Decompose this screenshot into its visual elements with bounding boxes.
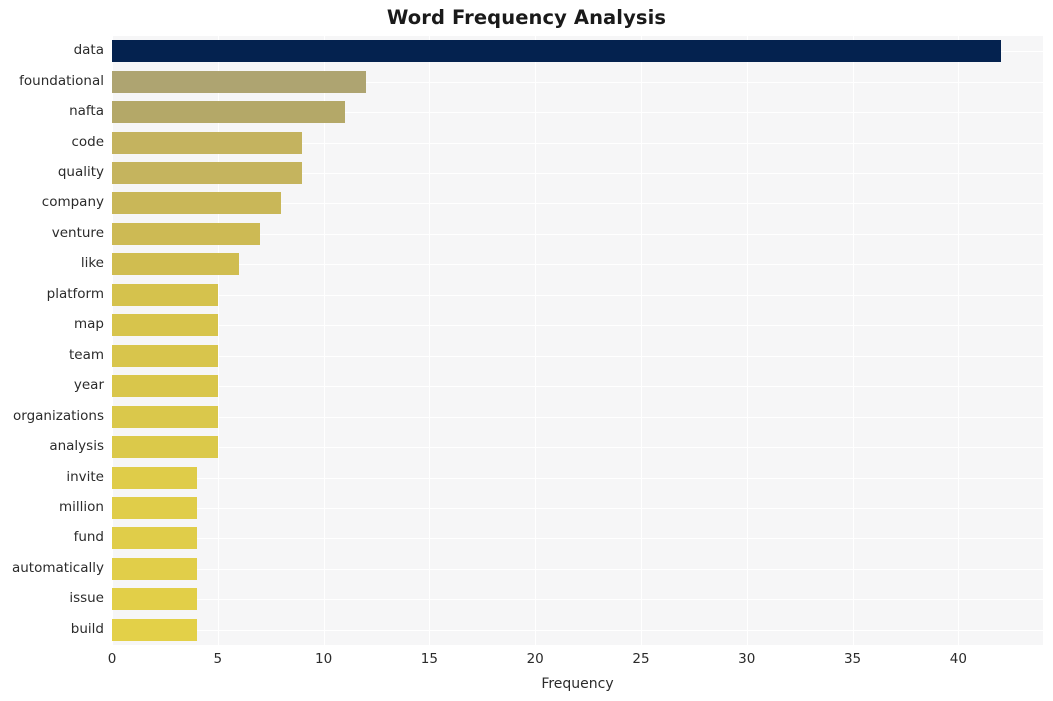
bar-platform[interactable] <box>112 283 218 306</box>
bar-row[interactable] <box>112 283 1043 306</box>
bar-invite[interactable] <box>112 466 197 489</box>
bar-row[interactable] <box>112 344 1043 367</box>
bar-organizations[interactable] <box>112 405 218 428</box>
bar-quality[interactable] <box>112 162 303 185</box>
x-tick-label-25: 25 <box>632 651 650 667</box>
y-tick-label-foundational: foundational <box>19 72 104 89</box>
x-tick-label-20: 20 <box>526 651 544 667</box>
x-tick-label-15: 15 <box>420 651 438 667</box>
bar-foundational[interactable] <box>112 70 366 93</box>
bar-automatically[interactable] <box>112 557 197 580</box>
y-tick-label-build: build <box>70 620 104 637</box>
x-tick-label-30: 30 <box>738 651 756 667</box>
bar-code[interactable] <box>112 131 303 154</box>
bar-row[interactable] <box>112 496 1043 519</box>
bar-million[interactable] <box>112 496 197 519</box>
bar-company[interactable] <box>112 192 282 215</box>
x-tick-label-40: 40 <box>949 651 967 667</box>
bar-data[interactable] <box>112 40 1001 63</box>
y-axis: data foundational nafta code quality company v… <box>0 36 104 645</box>
bar-row[interactable] <box>112 618 1043 641</box>
bar-fund[interactable] <box>112 527 197 550</box>
bar-build[interactable] <box>112 618 197 641</box>
chart-figure: Word Frequency Analysis data foundational… <box>0 0 1053 701</box>
y-tick-label-code: code <box>71 133 104 150</box>
chart-title: Word Frequency Analysis <box>386 6 667 29</box>
bar-year[interactable] <box>112 375 218 398</box>
plot-area <box>112 36 1043 645</box>
y-tick-label-venture: venture <box>51 224 104 241</box>
bar-row[interactable] <box>112 70 1043 93</box>
bar-row[interactable] <box>112 253 1043 276</box>
bar-row[interactable] <box>112 314 1043 337</box>
bar-row[interactable] <box>112 131 1043 154</box>
bar-row[interactable] <box>112 527 1043 550</box>
x-axis-label: Frequency <box>541 676 614 692</box>
x-axis: Frequency 0 5 10 15 20 25 30 35 40 <box>108 645 1043 701</box>
x-tick-label-5: 5 <box>213 651 223 667</box>
bar-row[interactable] <box>112 101 1043 124</box>
bar-row[interactable] <box>112 436 1043 459</box>
x-tick-label-10: 10 <box>314 651 333 667</box>
y-tick-label-data: data <box>73 42 104 59</box>
bar-row[interactable] <box>112 588 1043 611</box>
bar-row[interactable] <box>112 40 1043 63</box>
y-tick-label-nafta: nafta <box>69 103 104 120</box>
bar-nafta[interactable] <box>112 101 345 124</box>
y-tick-label-invite: invite <box>66 468 104 485</box>
y-tick-label-like: like <box>80 255 104 272</box>
y-tick-label-map: map <box>74 316 104 333</box>
y-tick-label-quality: quality <box>57 164 104 181</box>
bar-like[interactable] <box>112 253 239 276</box>
y-tick-label-fund: fund <box>73 529 104 546</box>
bar-row[interactable] <box>112 557 1043 580</box>
y-tick-label-organizations: organizations <box>13 407 104 424</box>
bar-row[interactable] <box>112 162 1043 185</box>
bar-row[interactable] <box>112 375 1043 398</box>
bar-venture[interactable] <box>112 222 261 245</box>
bar-team[interactable] <box>112 344 218 367</box>
x-tick-label-35: 35 <box>843 651 862 667</box>
bar-row[interactable] <box>112 222 1043 245</box>
y-tick-label-issue: issue <box>69 590 104 607</box>
y-tick-label-year: year <box>73 377 104 394</box>
y-tick-label-platform: platform <box>46 285 104 302</box>
bar-row[interactable] <box>112 405 1043 428</box>
y-tick-label-company: company <box>41 194 104 211</box>
y-tick-label-automatically: automatically <box>11 559 104 576</box>
bar-row[interactable] <box>112 192 1043 215</box>
bar-row[interactable] <box>112 466 1043 489</box>
bar-issue[interactable] <box>112 588 197 611</box>
y-tick-label-team: team <box>68 346 104 363</box>
y-tick-label-analysis: analysis <box>49 438 104 455</box>
x-tick-label-0: 0 <box>107 651 117 667</box>
y-tick-label-million: million <box>59 498 104 515</box>
bar-analysis[interactable] <box>112 436 218 459</box>
bar-map[interactable] <box>112 314 218 337</box>
bar-series <box>112 36 1043 645</box>
